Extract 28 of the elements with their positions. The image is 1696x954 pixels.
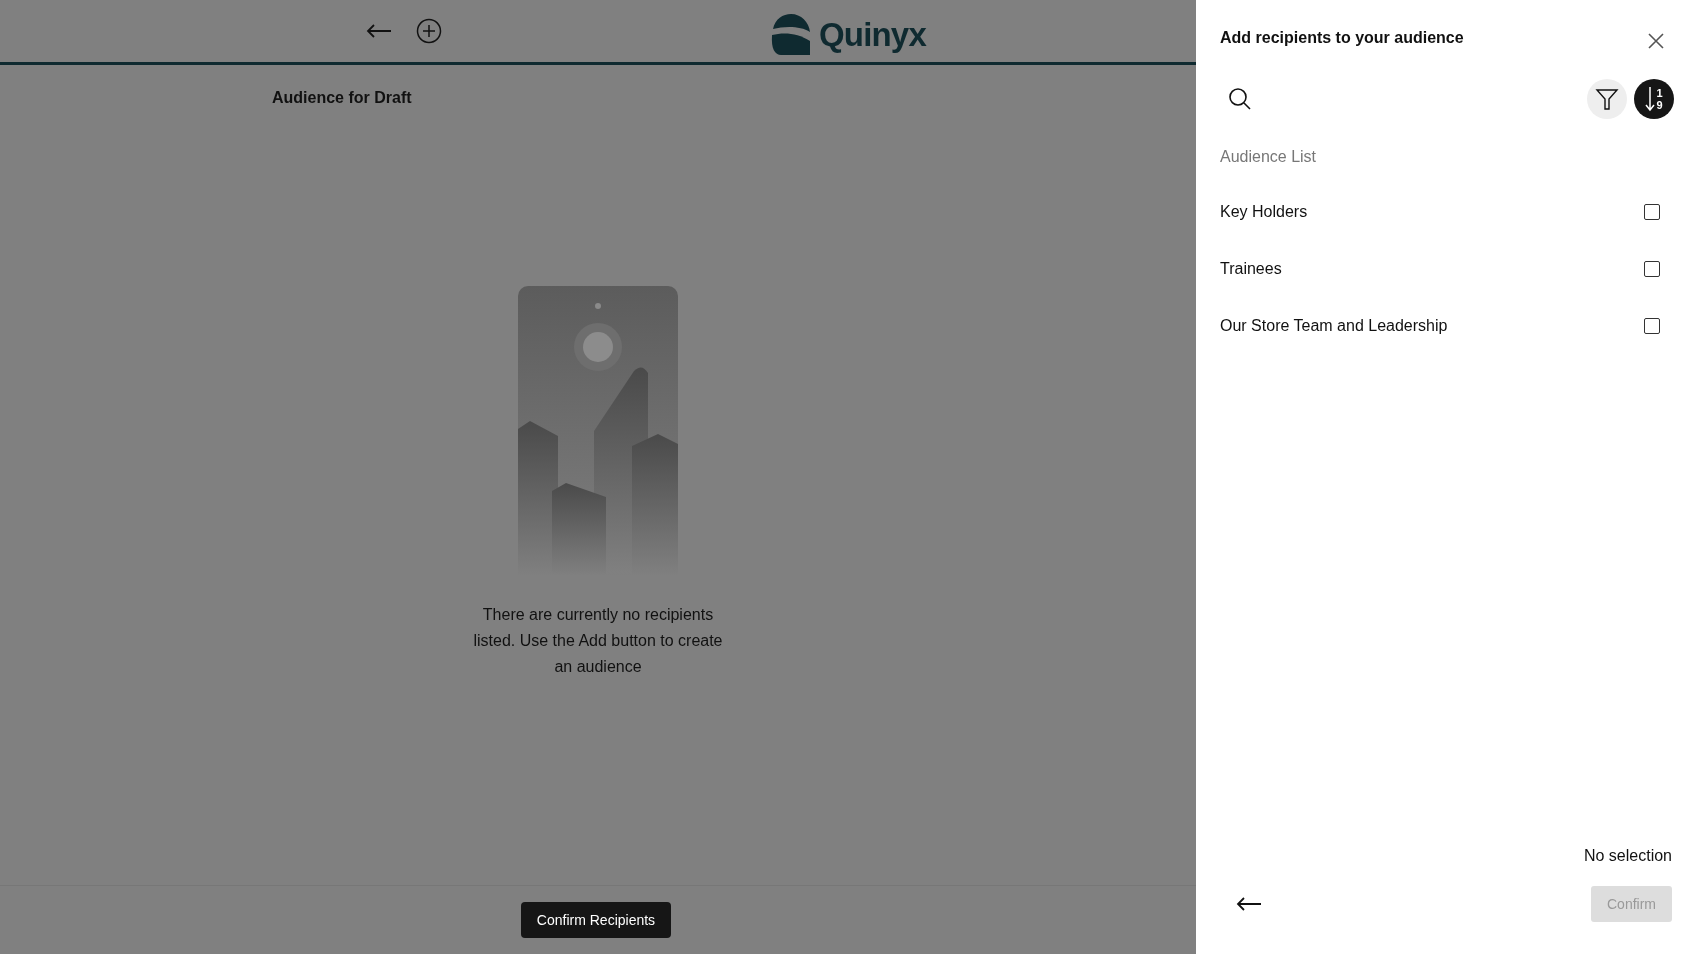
logo-text: Quinyx — [819, 15, 926, 55]
checkbox[interactable] — [1644, 317, 1660, 334]
logo-icon — [771, 13, 811, 56]
close-button[interactable] — [1648, 33, 1664, 49]
filter-button[interactable] — [1587, 79, 1627, 119]
sort-bottom-digit: 9 — [1656, 99, 1663, 111]
audience-name: Trainees — [1220, 258, 1282, 279]
close-icon — [1648, 33, 1664, 49]
down-arrow-icon — [1645, 86, 1656, 112]
panel-title: Add recipients to your audience — [1220, 28, 1464, 48]
audience-name: Key Holders — [1220, 201, 1308, 222]
sort-button[interactable]: 1 9 — [1634, 79, 1674, 119]
selection-status: No selection — [1583, 846, 1672, 866]
checkbox[interactable] — [1644, 260, 1660, 277]
search-icon — [1228, 87, 1252, 111]
back-arrow-icon — [1236, 897, 1262, 911]
filter-icon — [1595, 87, 1619, 111]
checkbox[interactable] — [1644, 203, 1660, 220]
sort-top-digit: 1 — [1656, 87, 1663, 99]
empty-state-message: There are currently no recipients listed. Use the Add button to create an audience — [473, 604, 723, 677]
section-label: Audience List — [1220, 147, 1318, 167]
audience-name: Our Store Team and Leadership — [1220, 315, 1448, 336]
confirm-recipients-button[interactable]: Confirm Recipients — [520, 902, 672, 938]
plus-circle-icon — [416, 18, 442, 44]
search-button[interactable] — [1228, 87, 1252, 111]
back-arrow-icon — [366, 24, 392, 38]
page-title: Audience for Draft — [272, 88, 413, 108]
add-button[interactable] — [416, 18, 442, 44]
